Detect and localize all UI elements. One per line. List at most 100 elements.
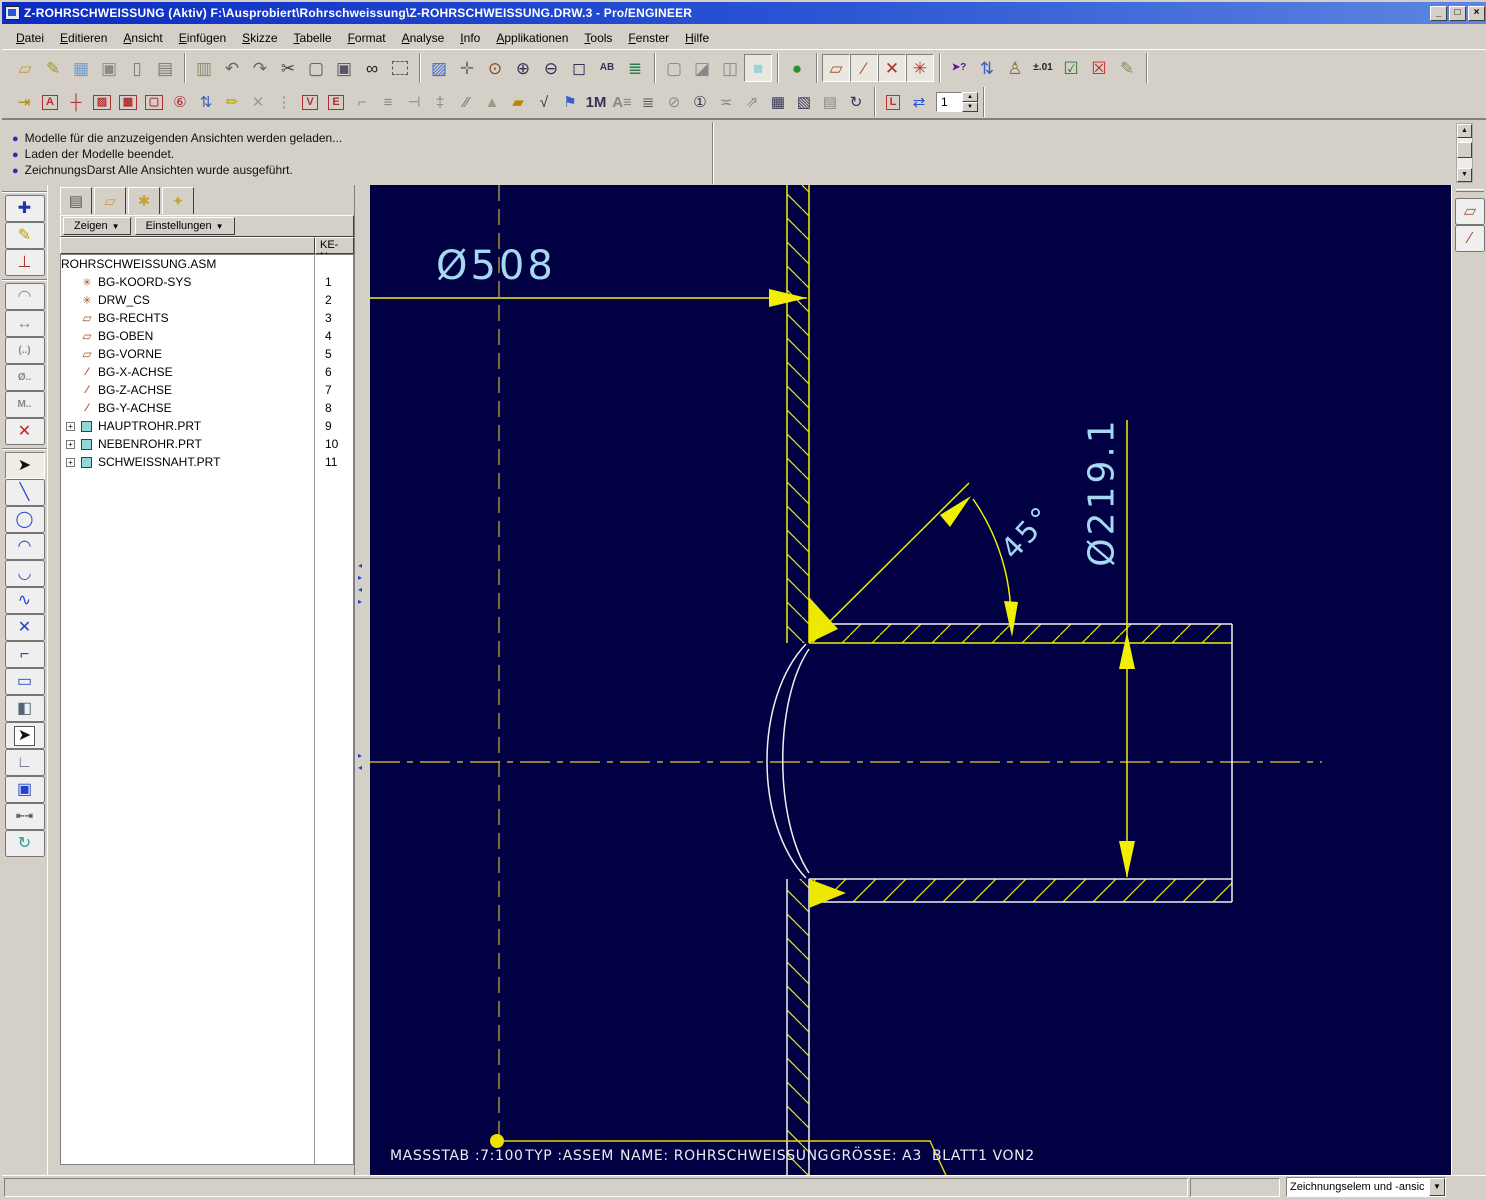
tree-row[interactable]: + HAUPTROHR.PRT 9 (61, 417, 353, 435)
sketch-tool[interactable]: ✎ (4, 222, 45, 249)
toolbar-grip[interactable] (1456, 189, 1484, 192)
select-help-button[interactable]: ➤? (945, 54, 973, 82)
close-button[interactable]: × (1468, 5, 1485, 21)
update-views-button[interactable]: ⇄ (906, 89, 932, 115)
jog-button[interactable]: ⁄⁄ (453, 89, 479, 115)
mirror-tool[interactable]: ◧ (4, 695, 45, 722)
menu-item[interactable]: Format (340, 28, 394, 48)
select-marquee-button[interactable] (386, 54, 414, 82)
show-centerline-button[interactable]: ┼ (63, 89, 89, 115)
tree-item-label[interactable]: BG-Y-ACHSE (98, 401, 319, 415)
reorient-button[interactable]: ● (783, 54, 811, 82)
wireframe-button[interactable]: ▢ (660, 54, 688, 82)
linear-dim-tool[interactable]: ⇤⇥ (4, 803, 45, 830)
align-dims-button[interactable]: ⊣ (401, 89, 427, 115)
cleanup-dims-button[interactable]: ✏ (219, 89, 245, 115)
menu-item[interactable]: Tabelle (286, 28, 340, 48)
spline-tool[interactable]: ∿ (4, 587, 45, 614)
text-align-button[interactable]: A≡ (609, 89, 635, 115)
splitter-collapse-icon[interactable]: ▸ ◂ (358, 750, 362, 774)
circle-tool[interactable]: ◯ (4, 506, 45, 533)
balloon-button[interactable]: ⑥ (167, 89, 193, 115)
point-display-toggle[interactable]: ✕ (878, 54, 906, 82)
properties-button[interactable]: ✎ (1113, 54, 1141, 82)
menu-item[interactable]: Analyse (394, 28, 453, 48)
sheet-frame-button[interactable]: ▢ (141, 89, 167, 115)
expand-icon[interactable]: + (66, 457, 75, 467)
tree-item-label[interactable]: DRW_CS (98, 293, 319, 307)
cut-button[interactable]: ✂ (274, 54, 302, 82)
settings-menu-button[interactable]: Einstellungen ▼ (134, 217, 235, 235)
regenerate-tool[interactable]: ↻ (4, 830, 45, 857)
tol-value-button[interactable]: V (297, 89, 323, 115)
zoom-out-button[interactable]: ⊖ (537, 54, 565, 82)
ref-dimension-tool[interactable]: (..) (4, 337, 45, 364)
menu-item[interactable]: Applikationen (488, 28, 576, 48)
dimension-tool[interactable]: ↔ (4, 310, 45, 337)
minimize-button[interactable]: _ (1430, 5, 1447, 21)
axis-display-toggle[interactable]: ⁄ (850, 54, 878, 82)
rectangle-tool[interactable]: ▭ (4, 668, 45, 695)
tree-item-label[interactable]: BG-Z-ACHSE (98, 383, 319, 397)
tree-item-label[interactable]: ROHRSCHWEISSUNG.ASM (61, 257, 319, 271)
scroll-thumb[interactable] (1457, 142, 1472, 158)
move-to-sheet-button[interactable]: ⌐ (349, 89, 375, 115)
line-tool[interactable]: ╲ (4, 479, 45, 506)
ordinate-dim-button[interactable]: ⋮ (271, 89, 297, 115)
tree-item-label[interactable]: HAUPTROHR.PRT (98, 419, 319, 433)
menu-item[interactable]: Einfügen (171, 28, 234, 48)
splitter-collapse-icon[interactable]: ◂ ▸ ◂ ▸ (358, 560, 362, 608)
export-button[interactable]: ▣ (95, 54, 123, 82)
move-item-button[interactable]: ⇗ (739, 89, 765, 115)
expand-icon[interactable]: + (66, 421, 75, 431)
window-close-button[interactable]: ☒ (1085, 54, 1113, 82)
tree-row[interactable]: DRW_CS 2 (61, 291, 353, 309)
tree-item-label[interactable]: BG-KOORD-SYS (98, 275, 319, 289)
tree-row[interactable]: BG-RECHTS 3 (61, 309, 353, 327)
create-note-button[interactable]: A (37, 89, 63, 115)
designate-button[interactable]: ⊘ (661, 89, 687, 115)
sheet-up-button[interactable]: ▲ (962, 92, 978, 102)
tree-row[interactable]: BG-VORNE 5 (61, 345, 353, 363)
table-delete-button[interactable]: ▧ (791, 89, 817, 115)
select-box-tool[interactable]: ➤ (4, 722, 45, 749)
rename-button[interactable]: AB (593, 54, 621, 82)
datum-point-tool[interactable]: ✚ (4, 195, 45, 222)
new-file-button[interactable]: ▯ (123, 54, 151, 82)
menu-item[interactable]: Fenster (620, 28, 677, 48)
break-witness-button[interactable]: ‡ (427, 89, 453, 115)
combo-dropdown-icon[interactable]: ▼ (1429, 1178, 1445, 1196)
tree-row[interactable]: ROHRSCHWEISSUNG.ASM (61, 255, 353, 273)
snap-lines-button[interactable]: ≡ (375, 89, 401, 115)
paste-clipboard-button[interactable]: ▥ (190, 54, 218, 82)
insert-view-button[interactable]: ⇥ (11, 89, 37, 115)
plane-display-toggle[interactable]: ▱ (822, 54, 850, 82)
create-dimension-button[interactable]: ⇅ (193, 89, 219, 115)
open-file-button[interactable]: ▱ (11, 54, 39, 82)
point-tool[interactable]: ✕ (4, 614, 45, 641)
surface-finish-button[interactable]: ▨ (89, 89, 115, 115)
select-tool[interactable]: ➤ (4, 452, 45, 479)
shaded-button[interactable]: ■ (744, 54, 772, 82)
tree-row[interactable]: + NEBENROHR.PRT 10 (61, 435, 353, 453)
tree-item-label[interactable]: NEBENROHR.PRT (98, 437, 319, 451)
find-button[interactable]: ∞ (358, 54, 386, 82)
message-scrollbar[interactable]: ▲ ▼ (1456, 123, 1473, 183)
tree-ke-column-header[interactable]: KE-Nr. (315, 237, 354, 263)
chamfer-tool[interactable]: ⌐ (4, 641, 45, 668)
report-button[interactable]: ≣ (635, 89, 661, 115)
tol-edit-button[interactable]: E (323, 89, 349, 115)
zoom-window-button[interactable]: ◻ (565, 54, 593, 82)
save-button[interactable]: ▦ (67, 54, 95, 82)
tree-row[interactable]: BG-KOORD-SYS 1 (61, 273, 353, 291)
dim-display-button[interactable]: ⇅ (973, 54, 1001, 82)
sheet-down-button[interactable]: ▼ (962, 102, 978, 112)
table-plain-button[interactable]: ▤ (817, 89, 843, 115)
connections-tab[interactable]: ✦ (162, 187, 194, 214)
maximize-button[interactable]: □ (1449, 5, 1466, 21)
model-display-button[interactable]: ♙ (1001, 54, 1029, 82)
scroll-up-icon[interactable]: ▲ (1457, 124, 1472, 138)
panel-splitter[interactable]: ◂ ▸ ◂ ▸ ▸ ◂ (354, 185, 370, 1179)
csys-display-toggle[interactable]: ✳ (906, 54, 934, 82)
expand-icon[interactable]: + (66, 439, 75, 449)
